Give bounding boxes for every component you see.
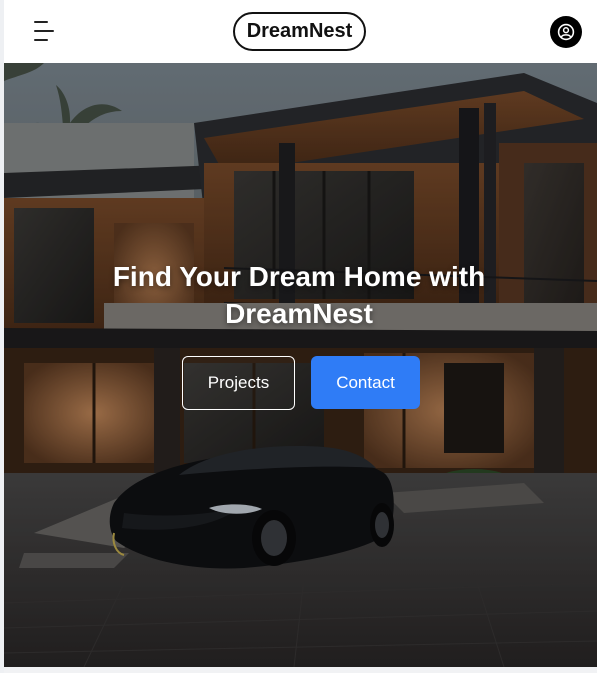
user-circle-icon	[557, 23, 575, 41]
hero-section: Find Your Dream Home with DreamNest Proj…	[4, 63, 597, 667]
brand-logo[interactable]: DreamNest	[233, 12, 366, 51]
page-bottom-edge	[4, 667, 597, 673]
hero-title: Find Your Dream Home with DreamNest	[112, 261, 486, 329]
hamburger-menu-icon[interactable]	[28, 18, 56, 44]
user-profile-button[interactable]	[550, 16, 582, 48]
contact-button[interactable]: Contact	[311, 356, 420, 409]
page: DreamNest Find Your Dream Home with Drea…	[0, 0, 597, 673]
projects-button[interactable]: Projects	[182, 356, 295, 410]
top-navbar: DreamNest	[4, 0, 597, 63]
hero-background-image	[4, 63, 597, 667]
